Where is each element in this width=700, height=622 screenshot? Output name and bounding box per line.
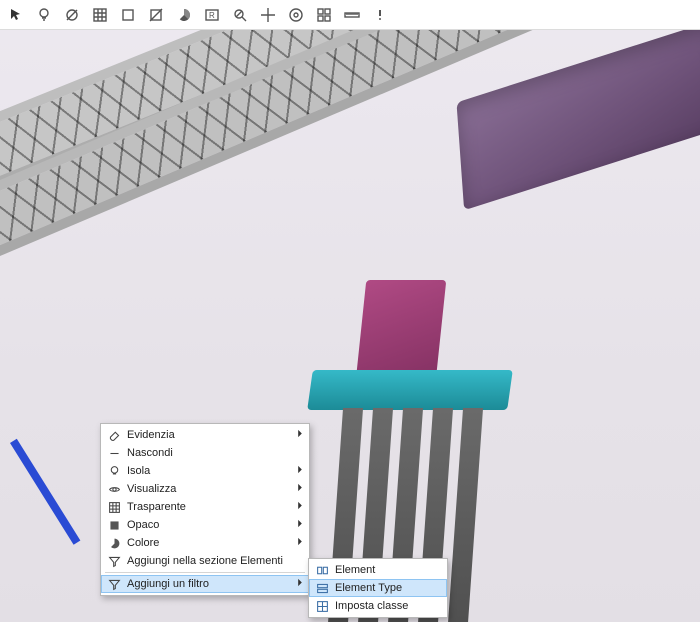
filter-plus-icon bbox=[105, 553, 123, 569]
selected-strut bbox=[10, 439, 80, 545]
minus-icon bbox=[105, 445, 123, 461]
ctx-label: Nascondi bbox=[127, 447, 293, 459]
slash-icon[interactable] bbox=[62, 5, 82, 25]
sub-item-imposta-classe[interactable]: Imposta classe bbox=[309, 597, 447, 615]
pier-cap bbox=[307, 370, 513, 410]
ctx-label: Visualizza bbox=[127, 483, 293, 495]
chevron-right-icon bbox=[293, 537, 303, 549]
ctx-item-opaco[interactable]: Opaco bbox=[101, 516, 309, 534]
ctx-label: Isola bbox=[127, 465, 293, 477]
ctx-item-add-section[interactable]: Aggiungi nella sezione Elementi bbox=[101, 552, 309, 570]
lightbulb-icon bbox=[105, 463, 123, 479]
ctx-label: Aggiungi nella sezione Elementi bbox=[127, 555, 293, 567]
ctx-item-isola[interactable]: Isola bbox=[101, 462, 309, 480]
chevron-right-icon bbox=[293, 578, 303, 590]
lightbulb-icon[interactable] bbox=[34, 5, 54, 25]
square-icon[interactable] bbox=[118, 5, 138, 25]
grid-icon bbox=[105, 499, 123, 515]
chevron-right-icon bbox=[293, 465, 303, 477]
chevron-right-icon bbox=[293, 501, 303, 513]
crosshair-icon[interactable] bbox=[258, 5, 278, 25]
ctx-item-trasparente[interactable]: Trasparente bbox=[101, 498, 309, 516]
ruler-icon[interactable] bbox=[342, 5, 362, 25]
chevron-right-icon bbox=[293, 519, 303, 531]
ctx-label: Trasparente bbox=[127, 501, 293, 513]
ctx-item-add-filter[interactable]: Aggiungi un filtro bbox=[101, 575, 309, 593]
eye-icon bbox=[105, 481, 123, 497]
square-slash-icon[interactable] bbox=[146, 5, 166, 25]
ctx-item-colore[interactable]: Colore bbox=[101, 534, 309, 552]
square-icon bbox=[105, 517, 123, 533]
filter-icon bbox=[105, 576, 123, 592]
pile bbox=[447, 408, 483, 622]
chevron-right-icon bbox=[293, 429, 303, 441]
grid2-icon[interactable] bbox=[314, 5, 334, 25]
bridge-deck-box bbox=[456, 30, 700, 210]
sub-item-element[interactable]: Element bbox=[309, 561, 447, 579]
top-toolbar: R bbox=[0, 0, 700, 30]
sub-label: Element Type bbox=[335, 582, 441, 594]
ctx-label: Colore bbox=[127, 537, 293, 549]
ctx-item-nascondi[interactable]: Nascondi bbox=[101, 444, 309, 462]
chevron-right-icon bbox=[293, 483, 303, 495]
grid-icon[interactable] bbox=[90, 5, 110, 25]
ctx-label: Evidenzia bbox=[127, 429, 293, 441]
element-type-icon bbox=[313, 580, 331, 596]
element-icon bbox=[313, 562, 331, 578]
pie-icon bbox=[105, 535, 123, 551]
exclaim-icon[interactable] bbox=[370, 5, 390, 25]
class-icon bbox=[313, 598, 331, 614]
ctx-item-evidenzia[interactable]: Evidenzia bbox=[101, 426, 309, 444]
context-menu: Evidenzia Nascondi Isola Visualizza Tras… bbox=[100, 423, 310, 596]
ctx-label: Opaco bbox=[127, 519, 293, 531]
svg-text:R: R bbox=[209, 11, 215, 20]
cursor-icon[interactable] bbox=[6, 5, 26, 25]
pie-icon[interactable] bbox=[174, 5, 194, 25]
ctx-item-visualizza[interactable]: Visualizza bbox=[101, 480, 309, 498]
sub-item-element-type[interactable]: Element Type bbox=[309, 579, 447, 597]
f-circle-icon[interactable] bbox=[286, 5, 306, 25]
magnify-icon[interactable] bbox=[230, 5, 250, 25]
context-submenu: Element Element Type Imposta classe bbox=[308, 558, 448, 618]
revit-icon[interactable]: R bbox=[202, 5, 222, 25]
ctx-label: Aggiungi un filtro bbox=[127, 578, 293, 590]
highlight-icon bbox=[105, 427, 123, 443]
sub-label: Element bbox=[335, 564, 441, 576]
menu-separator bbox=[105, 572, 305, 573]
sub-label: Imposta classe bbox=[335, 600, 441, 612]
